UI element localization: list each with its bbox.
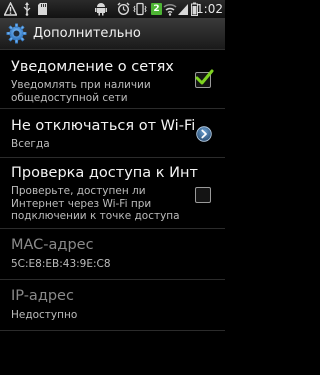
vibrate-icon <box>133 2 147 16</box>
setting-title: IP-адрес <box>11 288 74 304</box>
mac-address-value: 5C:E8:EB:43:9E:C8 <box>11 258 111 270</box>
setting-subtitle: Проверьте, доступен ли Интернет через Wi… <box>11 185 180 222</box>
usb-icon <box>23 2 31 16</box>
sd-card-icon <box>38 3 47 15</box>
mac-address-info: MAC-адрес 5C:E8:EB:43:9E:C8 <box>0 229 225 280</box>
status-bar: 2 1:02 <box>0 0 225 18</box>
setting-subtitle: Всегда <box>11 138 50 150</box>
ip-address-value: Недоступно <box>11 309 78 321</box>
chevron-right-icon[interactable] <box>196 126 212 142</box>
setting-title: Не отключаться от Wi-Fi <box>11 118 196 134</box>
screen: 2 1:02 Дополнительно Уведомление о сетях… <box>0 0 225 375</box>
setting-title: MAC-адрес <box>11 237 94 253</box>
setting-title: Уведомление о сетях <box>11 59 174 75</box>
keep-wifi-on-setting[interactable]: Не отключаться от Wi-Fi Всегда <box>0 109 225 158</box>
checkmark-icon <box>195 69 214 85</box>
setting-title: Проверка доступа к Инт <box>11 165 198 181</box>
network-notification-setting[interactable]: Уведомление о сетях Уведомлять при налич… <box>0 50 225 109</box>
internet-access-check-checkbox[interactable] <box>195 187 211 203</box>
network-notification-checkbox[interactable] <box>195 69 214 88</box>
signal-icon <box>178 4 188 15</box>
title-bar: Дополнительно <box>0 18 225 50</box>
gear-icon <box>6 23 27 44</box>
setting-subtitle: Уведомлять при наличии общедоступной сет… <box>11 79 151 104</box>
warning-icon <box>4 2 17 16</box>
status-time: 1:02 <box>196 2 223 16</box>
wifi-icon <box>163 3 177 16</box>
ip-address-info: IP-адрес Недоступно <box>0 280 225 331</box>
page-title: Дополнительно <box>33 26 141 41</box>
internet-access-check-setting[interactable]: Проверка доступа к Инт Проверьте, доступ… <box>0 158 225 229</box>
android-icon <box>95 3 107 16</box>
alarm-icon <box>117 2 130 16</box>
notification-badge: 2 <box>151 3 162 15</box>
